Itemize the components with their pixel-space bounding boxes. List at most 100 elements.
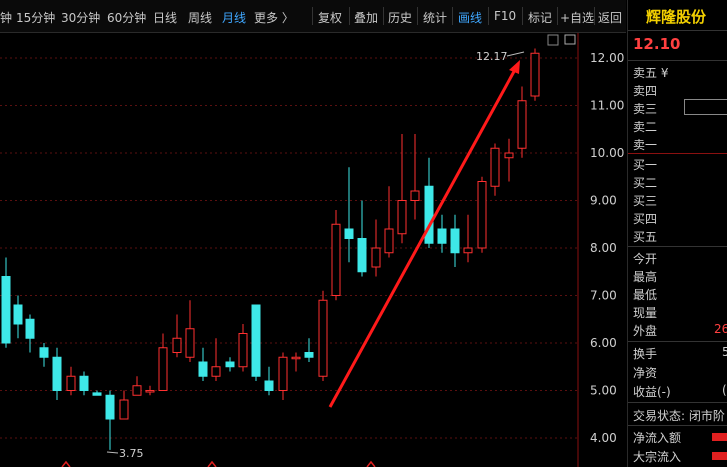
outer-volume-label: 外盘 (633, 324, 658, 338)
overlay-button[interactable]: 叠加 (354, 9, 378, 26)
y-axis-ticks: 12.00 11.00 10.00 9.00 8.00 7.00 6.00 5.00 4.00 (590, 51, 624, 445)
period-more-dropdown[interactable]: 更多 〉 (254, 9, 294, 26)
net-inflow-bar (712, 433, 727, 441)
back-button[interactable]: 返回 (598, 9, 622, 26)
bid-1-label: 买一 (633, 158, 658, 172)
candle-body (145, 390, 155, 393)
candle-body (410, 190, 420, 201)
candle-body (158, 347, 168, 391)
mark-button[interactable]: 标记 (528, 9, 552, 26)
candle-body (211, 366, 221, 377)
turnover-label: 换手 (633, 347, 658, 361)
candle-body (66, 375, 76, 391)
toolbar-divider (383, 7, 384, 25)
period-tab-weekly[interactable]: 周线 (188, 9, 212, 26)
candle-body (264, 380, 274, 391)
chart-toolbar: 钟 15分钟 30分钟 60分钟 日线 周线 月线 更多 〉 复权 叠加 历史 … (0, 0, 626, 33)
statistics-button[interactable]: 统计 (423, 9, 447, 26)
f10-button[interactable]: F10 (494, 9, 516, 23)
candle-body (424, 185, 434, 244)
candle-body (185, 328, 195, 358)
y-tick-label: 7.00 (590, 289, 617, 303)
candle-body (198, 361, 208, 377)
last-price: 12.10 (633, 35, 681, 53)
toolbar-divider (312, 7, 313, 25)
trend-arrowhead (509, 60, 520, 74)
candle-body (132, 385, 142, 396)
bid-3-label: 买三 (633, 194, 658, 208)
period-tab-60min[interactable]: 60分钟 (107, 9, 146, 26)
period-tab-15min[interactable]: 15分钟 (16, 9, 55, 26)
trade-status: 交易状态: 闭市阶 (633, 409, 725, 423)
candle-body (172, 337, 182, 353)
y-tick-label: 11.00 (590, 99, 624, 113)
period-tab-monthly[interactable]: 月线 (222, 9, 246, 26)
candlestick-chart[interactable]: 12.0011.0010.009.008.007.006.005.004.00 … (0, 33, 626, 467)
volume-now-label: 现量 (633, 306, 658, 320)
eps-label: 收益(-) (633, 385, 671, 399)
candle-body (105, 394, 115, 420)
stock-name[interactable]: 辉隆股份 (646, 6, 706, 27)
net-assets-label: 净资 (633, 366, 658, 380)
divider (628, 402, 727, 403)
candle-body (530, 52, 540, 97)
candle-body (251, 304, 261, 377)
bid-5-label: 买五 (633, 230, 658, 244)
adjust-button[interactable]: 复权 (318, 9, 342, 26)
draw-line-button[interactable]: 画线 (458, 9, 482, 26)
period-tab-daily[interactable]: 日线 (153, 9, 177, 26)
candle-body (119, 399, 129, 420)
candle-body (1, 276, 11, 344)
y-tick-label: 5.00 (590, 384, 617, 398)
divider (628, 425, 727, 426)
candle-body (225, 361, 235, 368)
event-marker-icon[interactable] (207, 460, 217, 467)
event-marker-icon[interactable] (61, 460, 71, 467)
candle-body (52, 356, 62, 391)
add-watchlist-button[interactable]: +自选 (560, 9, 594, 26)
low-label: 最低 (633, 288, 658, 302)
high-price-label: 12.17 (476, 50, 508, 63)
divider (628, 153, 727, 154)
high-price-leader (506, 51, 525, 57)
candle-body (331, 223, 341, 296)
divider (628, 60, 727, 61)
candle-body (490, 147, 500, 187)
turnover-value: 5 (722, 345, 727, 359)
candle-body (384, 228, 394, 254)
candle-body (92, 392, 102, 396)
low-price-leader (106, 451, 119, 454)
candles (1, 48, 540, 450)
event-marker-icon[interactable] (366, 460, 376, 467)
history-button[interactable]: 历史 (388, 9, 412, 26)
candle-body (318, 299, 328, 377)
y-tick-label: 9.00 (590, 194, 617, 208)
y-tick-label: 8.00 (590, 241, 617, 255)
candle-body (304, 352, 314, 358)
block-inflow-label: 大宗流入 (633, 450, 682, 464)
outer-volume-value: 26 (714, 322, 727, 336)
divider (628, 246, 727, 247)
toolbar-divider (488, 7, 489, 25)
eps-value: ( (722, 383, 727, 397)
candle-body (477, 181, 487, 249)
period-tab-30min[interactable]: 30分钟 (61, 9, 100, 26)
price-input-box[interactable] (684, 99, 727, 115)
event-markers (61, 460, 376, 467)
candle-body (13, 304, 23, 325)
block-inflow-bar (712, 452, 727, 460)
y-tick-label: 10.00 (590, 146, 624, 160)
window-restore-icon[interactable] (547, 34, 559, 46)
y-tick-label: 12.00 (590, 51, 624, 65)
ask-2-label: 卖二 (633, 120, 658, 134)
toolbar-divider (594, 7, 595, 25)
bid-4-label: 买四 (633, 212, 658, 226)
window-toggle-icon[interactable] (564, 34, 576, 45)
candle-body (517, 100, 527, 149)
low-price-label: 3.75 (119, 447, 144, 460)
high-label: 最高 (633, 270, 658, 284)
y-tick-label: 4.00 (590, 431, 617, 445)
period-tab-min[interactable]: 钟 (0, 9, 12, 26)
y-tick-label: 6.00 (590, 336, 617, 350)
candle-body (25, 318, 35, 339)
